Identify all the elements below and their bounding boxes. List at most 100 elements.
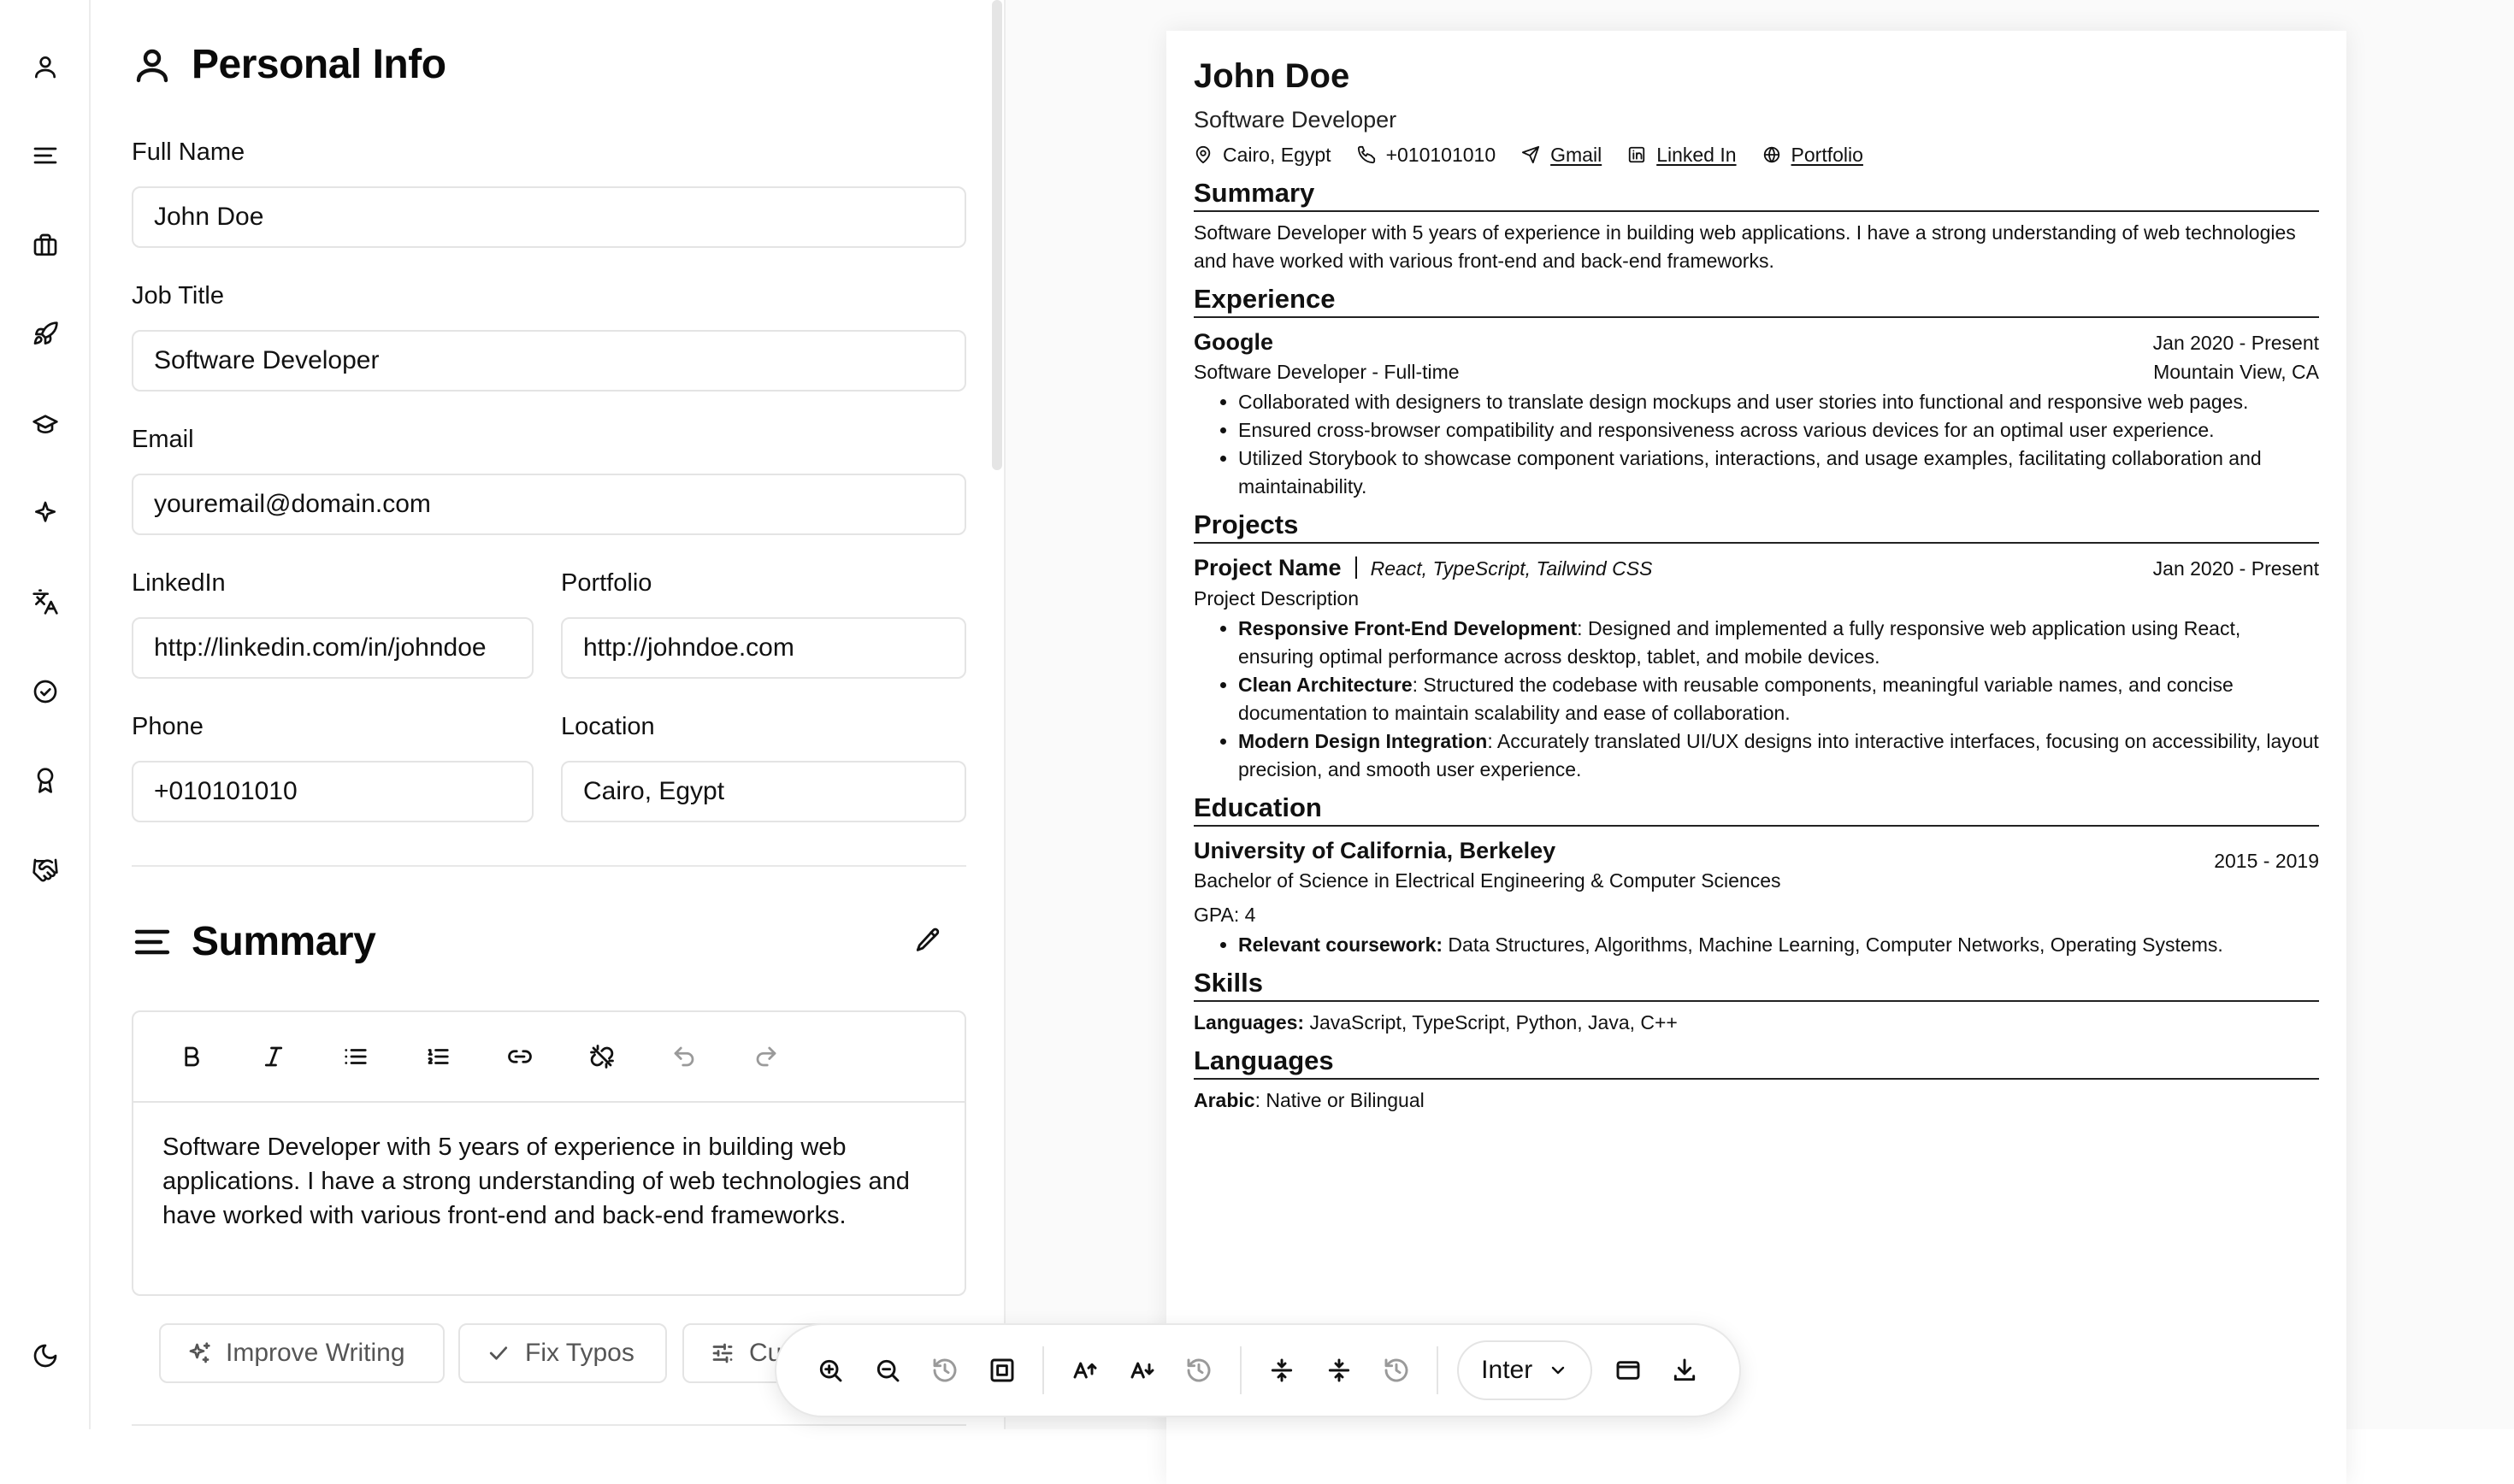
resume-exp-bullets: Collaborated with designers to translate…	[1238, 388, 2319, 501]
chevron-down-icon	[1552, 1366, 1565, 1375]
nav-personal-info[interactable]	[20, 41, 71, 92]
redo-button[interactable]	[725, 1031, 807, 1082]
preview-toolbar: Inter	[775, 1323, 1741, 1417]
phone-label: Phone	[132, 713, 204, 740]
zoom-out-button[interactable]	[859, 1340, 917, 1401]
reset-font-size-button[interactable]	[1171, 1340, 1228, 1401]
resume-education-heading: Education	[1194, 792, 2319, 827]
phone-input[interactable]	[132, 761, 534, 822]
unlink-icon	[590, 1045, 614, 1069]
italic-button[interactable]	[233, 1031, 315, 1082]
resume-languages-heading: Languages	[1194, 1045, 2319, 1080]
linkedin-icon	[1629, 146, 1645, 163]
nav-volunteering[interactable]	[20, 845, 71, 896]
align-left-icon	[33, 147, 57, 164]
decrease-font-size-button[interactable]	[1113, 1340, 1171, 1401]
link-button[interactable]	[479, 1031, 561, 1082]
list-item: Responsive Front-End Development: Design…	[1238, 615, 2319, 671]
portfolio-input[interactable]	[561, 617, 966, 679]
linkedin-input[interactable]	[132, 617, 534, 679]
resume-school: University of California, Berkeley	[1194, 838, 1556, 863]
location-label: Location	[561, 713, 655, 740]
resume-edu-bullets: Relevant coursework: Data Structures, Al…	[1238, 931, 2319, 959]
sliders-icon	[712, 1343, 733, 1363]
resume-projects-heading: Projects	[1194, 509, 2319, 544]
resume-summary-text: Software Developer with 5 years of exper…	[1194, 221, 2296, 272]
toolbar-separator	[1437, 1346, 1439, 1394]
resume-linkedin-link[interactable]: Linked In	[1656, 140, 1736, 169]
sparkle-icon	[35, 501, 56, 522]
graduation-cap-icon	[32, 415, 58, 433]
undo-button[interactable]	[643, 1031, 725, 1082]
decrease-spacing-button[interactable]	[1311, 1340, 1368, 1401]
resume-exp-role: Software Developer - Full-time	[1194, 361, 1460, 383]
italic-icon	[264, 1046, 283, 1067]
spacing-collapse-icon	[1328, 1358, 1350, 1382]
download-button[interactable]	[1656, 1340, 1714, 1401]
resume-gmail-link[interactable]: Gmail	[1550, 140, 1602, 169]
ordered-list-button[interactable]	[397, 1031, 479, 1082]
summary-text-area[interactable]: Software Developer with 5 years of exper…	[133, 1103, 965, 1260]
zoom-out-icon	[877, 1359, 900, 1382]
nav-summary[interactable]	[20, 130, 71, 181]
editor-scrollbar[interactable]	[992, 0, 1002, 470]
increase-font-size-button[interactable]	[1056, 1340, 1113, 1401]
unlink-button[interactable]	[561, 1031, 643, 1082]
personal-info-header: Personal Info	[132, 41, 446, 88]
undo-icon	[674, 1046, 694, 1067]
nav-skills[interactable]	[20, 487, 71, 539]
nav-experience[interactable]	[20, 220, 71, 271]
location-input[interactable]	[561, 761, 966, 822]
section-divider	[132, 865, 966, 867]
list-item: Clean Architecture: Structured the codeb…	[1238, 671, 2319, 727]
increase-spacing-button[interactable]	[1254, 1340, 1311, 1401]
zoom-in-button[interactable]	[802, 1340, 859, 1401]
spacing-expand-icon	[1272, 1358, 1293, 1382]
resume-location: Cairo, Egypt	[1223, 144, 1331, 166]
layout-button[interactable]	[1599, 1340, 1656, 1401]
reset-spacing-button[interactable]	[1367, 1340, 1425, 1401]
bullet-list-button[interactable]	[315, 1031, 397, 1082]
list-item: Ensured cross-browser compatibility and …	[1238, 416, 2319, 445]
map-pin-icon	[1195, 145, 1211, 164]
resume-edu-dates: 2015 - 2019	[2214, 850, 2319, 872]
fit-page-button[interactable]	[974, 1340, 1031, 1401]
dark-mode-toggle[interactable]	[20, 1330, 71, 1381]
resume-project-description: Project Description	[1194, 587, 1360, 610]
nav-projects[interactable]	[20, 309, 71, 360]
fit-frame-icon	[990, 1358, 1014, 1382]
portfolio-label: Portfolio	[561, 569, 652, 597]
fix-typos-button[interactable]: Fix Typos	[458, 1323, 667, 1383]
nav-languages[interactable]	[20, 576, 71, 627]
fix-typos-label: Fix Typos	[525, 1339, 634, 1367]
globe-icon	[1763, 146, 1779, 163]
full-name-input[interactable]	[132, 186, 966, 248]
improve-writing-button[interactable]: Improve Writing	[159, 1323, 445, 1383]
resume-project-bullets: Responsive Front-End Development: Design…	[1238, 615, 2319, 784]
email-input[interactable]	[132, 474, 966, 535]
nav-awards[interactable]	[20, 755, 71, 806]
nav-education[interactable]	[20, 398, 71, 450]
moon-icon	[33, 1344, 57, 1368]
check-circle-icon	[33, 680, 57, 704]
rocket-icon	[33, 321, 58, 344]
job-title-input[interactable]	[132, 330, 966, 392]
list-icon	[345, 1049, 367, 1064]
bold-button[interactable]	[150, 1031, 233, 1082]
resume-portfolio-link[interactable]: Portfolio	[1791, 140, 1863, 169]
reset-zoom-button[interactable]	[917, 1340, 974, 1401]
pencil-icon	[916, 928, 940, 951]
download-icon	[1674, 1358, 1696, 1381]
edit-summary-button[interactable]	[906, 918, 951, 963]
phone-icon	[1357, 145, 1375, 164]
check-icon	[489, 1346, 508, 1360]
user-icon	[35, 56, 56, 79]
summary-header: Summary	[132, 918, 376, 965]
resume-project-dates: Jan 2020 - Present	[2152, 557, 2319, 580]
nav-certifications[interactable]	[20, 666, 71, 717]
resume-degree: Bachelor of Science in Electrical Engine…	[1194, 869, 1781, 892]
resume-gpa: GPA: 4	[1194, 904, 1256, 926]
font-family-select[interactable]: Inter	[1457, 1340, 1593, 1400]
summary-rich-text-editor: Software Developer with 5 years of exper…	[132, 1010, 966, 1296]
list-item: Modern Design Integration: Accurately tr…	[1238, 727, 2319, 784]
